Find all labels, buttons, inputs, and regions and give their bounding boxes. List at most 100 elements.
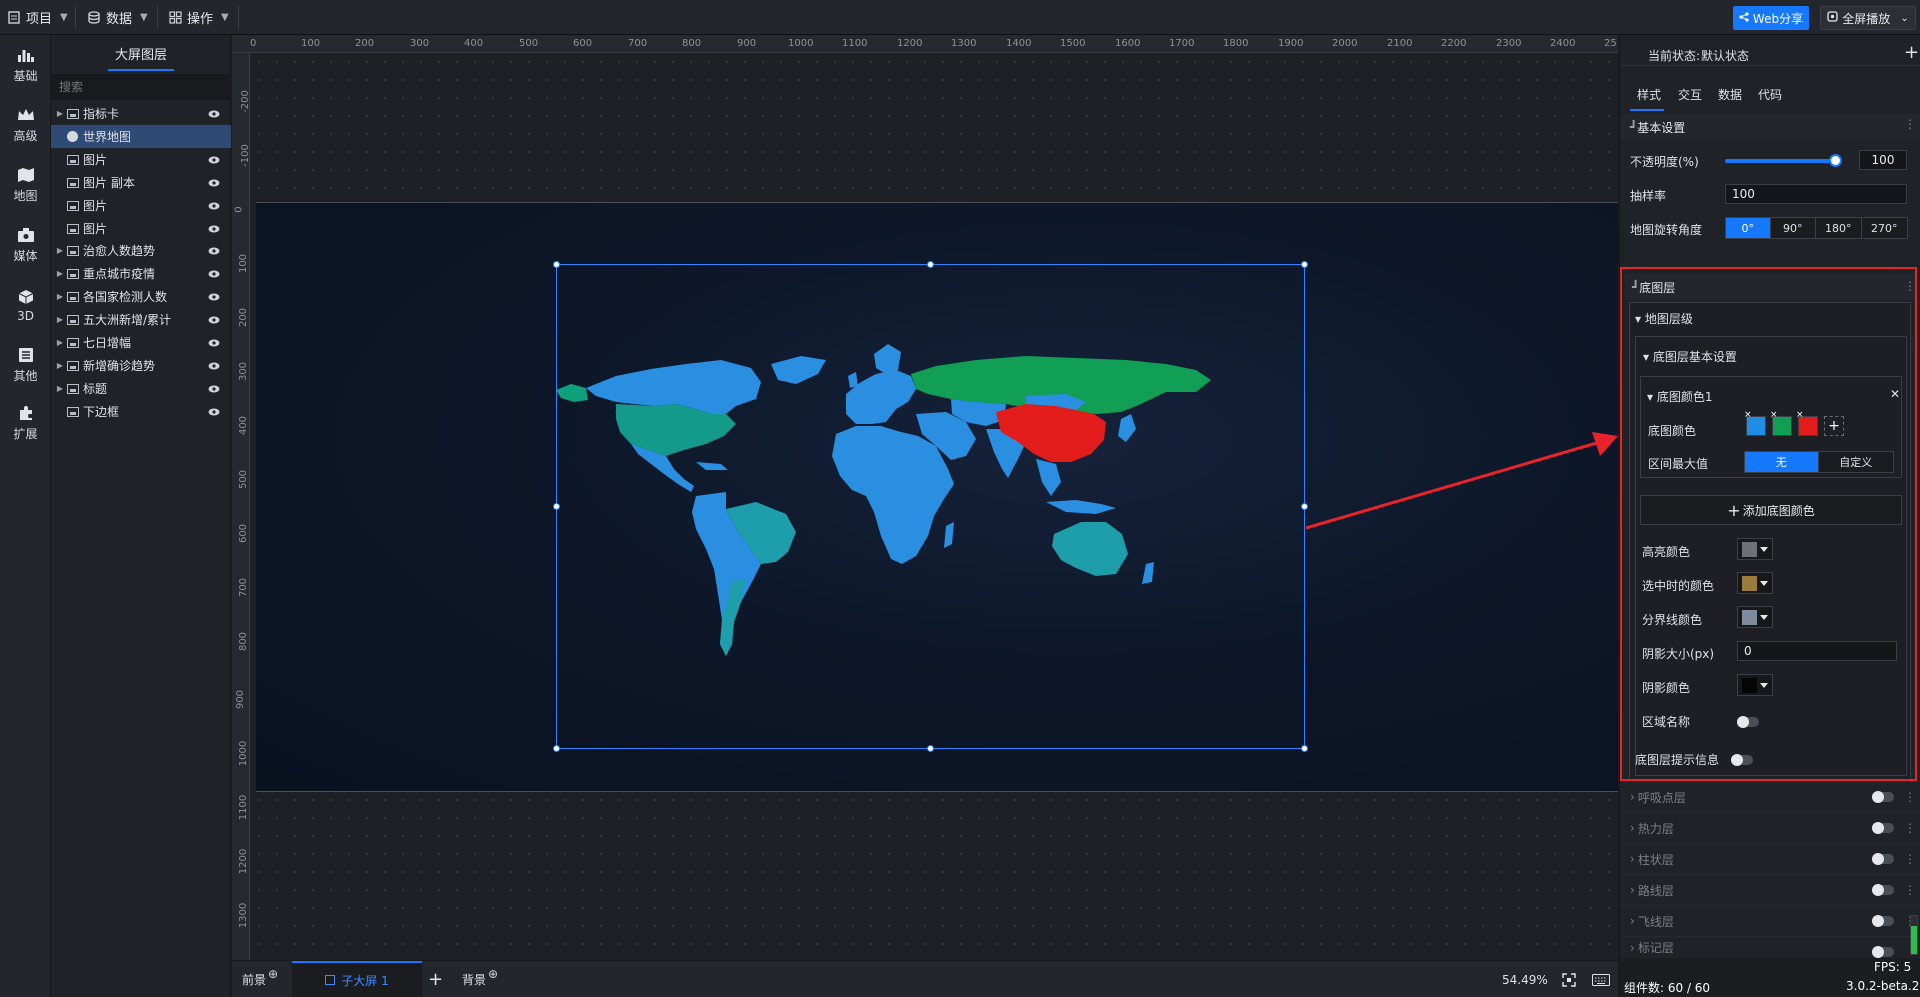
rotation-option[interactable]: 270° xyxy=(1861,218,1907,238)
state-value[interactable]: 默认状态 xyxy=(1701,47,1749,64)
expand-arrow-icon[interactable]: ▶ xyxy=(53,246,67,255)
layer-search-input[interactable] xyxy=(51,74,231,100)
rail-item-map[interactable]: 地图 xyxy=(0,157,51,213)
rail-item-label: 扩展 xyxy=(13,427,38,441)
rail-item-media[interactable]: 媒体 xyxy=(0,217,51,273)
eye-icon[interactable] xyxy=(207,155,221,165)
eye-icon[interactable] xyxy=(207,269,221,279)
layer-toggle[interactable] xyxy=(1872,946,1894,958)
selection-frame[interactable] xyxy=(553,261,1308,752)
resize-handle[interactable] xyxy=(553,745,560,752)
layer-toggle[interactable] xyxy=(1872,822,1894,834)
expand-arrow-icon[interactable]: ▶ xyxy=(53,384,67,393)
foreground-tab[interactable]: 前景 ⊕ xyxy=(242,961,278,997)
more-options-icon[interactable]: ⋮ xyxy=(1904,117,1916,131)
resize-handle[interactable] xyxy=(553,503,560,510)
more-options-icon[interactable]: ⋮ xyxy=(1904,821,1916,835)
collapsed-layer-row[interactable]: › 柱状层 ⋮ xyxy=(1620,843,1920,874)
tab-interaction[interactable]: 交互 xyxy=(1678,86,1702,103)
resize-handle[interactable] xyxy=(553,261,560,268)
eye-icon[interactable] xyxy=(207,246,221,256)
layer-toggle[interactable] xyxy=(1872,884,1894,896)
eye-icon[interactable] xyxy=(207,407,221,417)
tab-data[interactable]: 数据 xyxy=(1718,86,1742,103)
add-circle-icon[interactable]: ⊕ xyxy=(268,967,278,981)
layer-toggle[interactable] xyxy=(1872,853,1894,865)
layer-item[interactable]: ▶ 治愈人数趋势 xyxy=(51,239,231,262)
layer-item[interactable]: ▶ 七日增幅 xyxy=(51,331,231,354)
collapsed-layer-row[interactable]: › 标记层 xyxy=(1620,936,1920,958)
opacity-input[interactable]: 100 xyxy=(1859,150,1907,170)
resize-handle[interactable] xyxy=(927,745,934,752)
menu-project[interactable]: 项目 ▼ xyxy=(8,0,68,35)
resize-handle[interactable] xyxy=(1301,745,1308,752)
collapsed-layer-row[interactable]: › 飞线层 ⋮ xyxy=(1620,905,1920,936)
background-tab[interactable]: 背景 ⊕ xyxy=(462,961,498,997)
layer-item[interactable]: ▶ 重点城市疫情 xyxy=(51,262,231,285)
layer-item[interactable]: 下边框 xyxy=(51,400,231,423)
fullscreen-play-button[interactable]: 全屏播放 ⌄ xyxy=(1820,6,1916,30)
expand-arrow-icon[interactable]: ▶ xyxy=(53,292,67,301)
fit-screen-icon[interactable] xyxy=(1562,961,1576,997)
tab-style[interactable]: 样式 xyxy=(1637,86,1661,103)
layer-item[interactable]: 图片 xyxy=(51,194,231,217)
sub-screen-tab[interactable]: 子大屏 1 xyxy=(292,961,422,997)
basic-settings-header[interactable]: ┛ 基本设置 xyxy=(1620,114,1920,140)
layer-item[interactable]: 图片 xyxy=(51,217,231,240)
rotation-selector[interactable]: 0° 90° 180° 270° xyxy=(1725,217,1908,239)
layer-item[interactable]: ▶ 指标卡 xyxy=(51,102,231,125)
layer-item[interactable]: ▶ 各国家检测人数 xyxy=(51,285,231,308)
menu-data[interactable]: 数据 ▼ xyxy=(88,0,148,35)
add-circle-icon[interactable]: ⊕ xyxy=(488,967,498,981)
expand-arrow-icon[interactable]: ▶ xyxy=(53,361,67,370)
expand-arrow-icon[interactable]: ▶ xyxy=(53,338,67,347)
more-options-icon[interactable]: ⋮ xyxy=(1904,883,1916,897)
resize-handle[interactable] xyxy=(1301,261,1308,268)
add-screen-button[interactable]: + xyxy=(428,961,443,997)
resize-handle[interactable] xyxy=(927,261,934,268)
layer-item[interactable]: 图片 xyxy=(51,148,231,171)
rotation-option[interactable]: 180° xyxy=(1816,218,1862,238)
tab-code[interactable]: 代码 xyxy=(1758,86,1782,103)
collapsed-layer-row[interactable]: › 热力层 ⋮ xyxy=(1620,812,1920,843)
eye-icon[interactable] xyxy=(207,384,221,394)
layer-toggle[interactable] xyxy=(1872,915,1894,927)
opacity-slider[interactable] xyxy=(1725,154,1842,167)
expand-arrow-icon[interactable]: ▶ xyxy=(53,315,67,324)
eye-icon[interactable] xyxy=(207,338,221,348)
layer-item-selected[interactable]: 世界地图 xyxy=(51,125,231,148)
more-options-icon[interactable]: ⋮ xyxy=(1904,790,1916,804)
eye-icon[interactable] xyxy=(207,315,221,325)
rail-item-extension[interactable]: 扩展 xyxy=(0,395,51,451)
eye-icon[interactable] xyxy=(207,292,221,302)
layer-item[interactable]: ▶ 标题 xyxy=(51,377,231,400)
web-share-button[interactable]: Web分享 xyxy=(1733,6,1809,30)
add-state-button[interactable]: + xyxy=(1904,42,1919,63)
expand-arrow-icon[interactable]: ▶ xyxy=(53,269,67,278)
rail-item-basic[interactable]: 基础 xyxy=(0,37,51,93)
eye-icon[interactable] xyxy=(207,361,221,371)
layer-panel-title[interactable]: 大屏图层 xyxy=(51,35,231,71)
sampling-input[interactable]: 100 xyxy=(1725,184,1907,204)
zoom-level[interactable]: 54.49% xyxy=(1502,961,1548,997)
eye-icon[interactable] xyxy=(207,178,221,188)
layer-item[interactable]: 图片 副本 xyxy=(51,171,231,194)
keyboard-icon[interactable] xyxy=(1592,961,1610,997)
menu-operation[interactable]: 操作 ▼ xyxy=(169,0,229,35)
rail-item-advanced[interactable]: 高级 xyxy=(0,97,51,153)
layer-item[interactable]: ▶ 五大洲新增/累计 xyxy=(51,308,231,331)
eye-icon[interactable] xyxy=(207,109,221,119)
rail-item-3d[interactable]: 3D xyxy=(0,277,51,333)
collapsed-layer-row[interactable]: › 呼吸点层 ⋮ xyxy=(1620,781,1920,812)
expand-arrow-icon[interactable]: ▶ xyxy=(53,109,67,118)
more-options-icon[interactable]: ⋮ xyxy=(1904,852,1916,866)
rotation-option[interactable]: 0° xyxy=(1726,218,1771,238)
layer-toggle[interactable] xyxy=(1872,791,1894,803)
collapsed-layer-row[interactable]: › 路线层 ⋮ xyxy=(1620,874,1920,905)
layer-item[interactable]: ▶ 新增确诊趋势 xyxy=(51,354,231,377)
rail-item-other[interactable]: 其他 xyxy=(0,337,51,393)
eye-icon[interactable] xyxy=(207,224,221,234)
opacity-slider-thumb[interactable] xyxy=(1829,154,1842,167)
rotation-option[interactable]: 90° xyxy=(1770,218,1817,238)
eye-icon[interactable] xyxy=(207,201,221,211)
